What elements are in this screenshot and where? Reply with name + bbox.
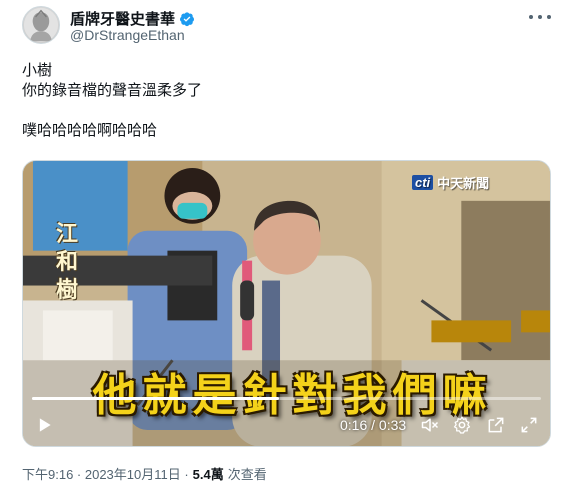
video-progress-fill: [32, 397, 279, 400]
channel-logo: cti 中天新聞: [412, 173, 489, 192]
video-controls: 0:16 / 0:33: [22, 395, 551, 447]
more-dot-icon: [529, 15, 533, 19]
fullscreen-icon[interactable]: [519, 415, 539, 435]
play-icon[interactable]: [34, 415, 54, 435]
channel-logo-cti: cti: [412, 175, 434, 190]
video-time: 0:16 / 0:33: [340, 417, 407, 433]
tweet-line: 你的錄音檔的聲音溫柔多了: [22, 81, 203, 99]
tweet: 盾牌牙醫史書華 @DrStrangeEthan 小樹 你的錄音檔的聲音溫柔多了 …: [0, 0, 571, 495]
avatar-portrait-icon: [23, 7, 59, 43]
settings-gear-icon[interactable]: [452, 415, 472, 435]
mute-icon[interactable]: [420, 415, 440, 435]
views-count: 5.4萬: [192, 467, 224, 482]
views-label: 次查看: [227, 467, 267, 482]
tweet-footer: 下午9:16 · 2023年10月11日 · 5.4萬 次查看: [22, 464, 267, 483]
verified-badge-icon: [180, 11, 195, 26]
avatar[interactable]: [22, 6, 60, 44]
popout-icon[interactable]: [486, 415, 506, 435]
more-dot-icon: [538, 15, 542, 19]
user-handle[interactable]: @DrStrangeEthan: [70, 27, 185, 43]
video-progress-bar[interactable]: [32, 397, 541, 400]
more-options-button[interactable]: [529, 8, 551, 26]
channel-logo-text: 中天新聞: [437, 177, 490, 192]
display-name[interactable]: 盾牌牙醫史書華: [70, 8, 175, 29]
name-row: 盾牌牙醫史書華: [70, 8, 195, 29]
tweet-timestamp[interactable]: 下午9:16 · 2023年10月11日 ·: [22, 464, 189, 483]
tweet-line: 噗哈哈哈哈啊哈哈哈: [22, 121, 158, 139]
more-dot-icon: [547, 15, 551, 19]
speaker-name-caption: 江和樹: [56, 221, 79, 303]
tweet-text: 小樹 你的錄音檔的聲音溫柔多了 噗哈哈哈哈啊哈哈哈: [22, 60, 542, 140]
tweet-line: 小樹: [22, 61, 53, 79]
